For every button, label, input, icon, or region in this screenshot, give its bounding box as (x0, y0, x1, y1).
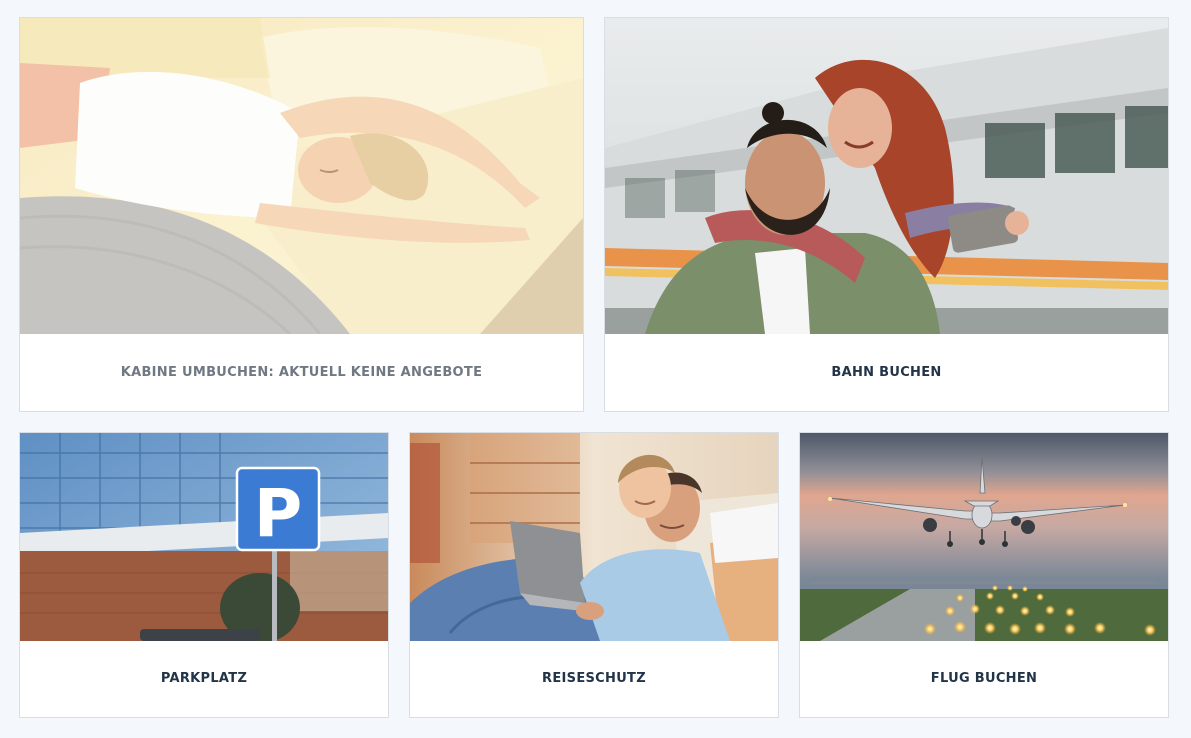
kabine-label-area: KABINE UMBUCHEN: AKTUELL KEINE ANGEBOTE (20, 333, 583, 411)
card-kabine-umbuchen[interactable]: KABINE UMBUCHEN: AKTUELL KEINE ANGEBOTE (19, 17, 584, 412)
parking-sign-image: P (20, 433, 388, 641)
card-flug-buchen[interactable]: FLUG BUCHEN (799, 432, 1169, 718)
flug-label-area: FLUG BUCHEN (800, 639, 1168, 717)
bahn-photo (605, 18, 1168, 334)
couple-selfie-at-train-image (605, 18, 1168, 334)
parking-sign-letter: P (254, 475, 302, 552)
parkplatz-photo: P (20, 433, 388, 641)
reiseschutz-photo (410, 433, 778, 641)
bahn-buchen-label: BAHN BUCHEN (831, 364, 942, 380)
airplane-landing-image (800, 433, 1168, 641)
flug-buchen-label: FLUG BUCHEN (930, 670, 1038, 686)
reiseschutz-label-area: REISESCHUTZ (410, 639, 778, 717)
card-bahn-buchen[interactable]: BAHN BUCHEN (604, 17, 1169, 412)
woman-waking-in-bed-image (20, 18, 583, 334)
parkplatz-label-area: PARKPLATZ (20, 639, 388, 717)
card-parkplatz[interactable]: P PARKPLATZ (19, 432, 389, 718)
reiseschutz-label: REISESCHUTZ (542, 670, 646, 686)
bahn-label-area: BAHN BUCHEN (605, 333, 1168, 411)
couple-with-laptop-image (410, 433, 778, 641)
kabine-photo (20, 18, 583, 334)
card-reiseschutz[interactable]: REISESCHUTZ (409, 432, 779, 718)
kabine-umbuchen-label: KABINE UMBUCHEN: AKTUELL KEINE ANGEBOTE (120, 364, 483, 380)
parkplatz-label: PARKPLATZ (160, 670, 248, 686)
flug-photo (800, 433, 1168, 641)
